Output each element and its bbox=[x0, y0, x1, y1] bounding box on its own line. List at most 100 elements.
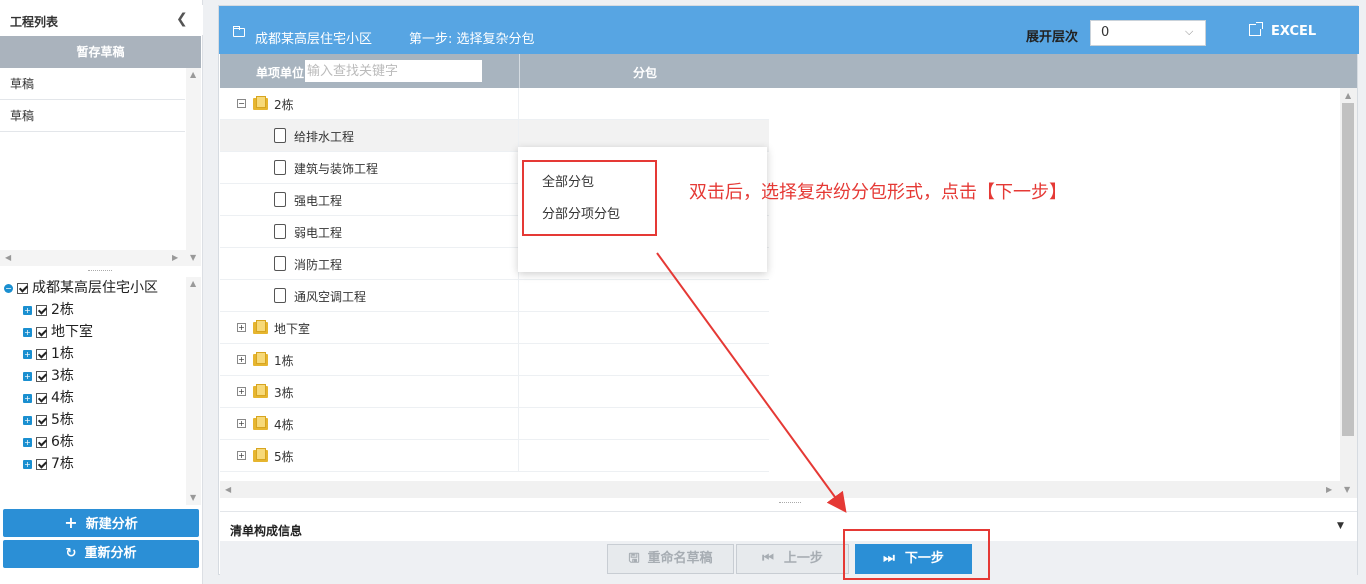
tree-node[interactable]: +1栋 bbox=[23, 343, 74, 365]
expand-row-icon[interactable]: + bbox=[237, 451, 246, 460]
row-label: 5栋 bbox=[274, 450, 294, 464]
tree-node-label: 地下室 bbox=[51, 324, 93, 340]
checkbox-checked[interactable] bbox=[36, 326, 47, 338]
checkbox-checked[interactable] bbox=[36, 370, 47, 382]
tree-node-root[interactable]: − 成都某高层住宅小区 bbox=[4, 277, 158, 299]
table-row[interactable]: + 5栋 bbox=[220, 440, 769, 472]
row-label: 2栋 bbox=[274, 98, 294, 112]
column-divider[interactable] bbox=[519, 54, 520, 88]
scroll-down-icon[interactable]: ▼ bbox=[1344, 485, 1350, 494]
grid-horizontal-scrollbar[interactable]: ◀ ▶ ▼ bbox=[220, 481, 1357, 498]
checkbox-checked[interactable] bbox=[36, 436, 47, 448]
rename-draft-button[interactable]: 🖫 重命名草稿 bbox=[607, 544, 734, 574]
expand-node-icon[interactable]: + bbox=[23, 371, 32, 381]
scroll-up-icon[interactable]: ▲ bbox=[1345, 91, 1351, 100]
project-sidebar: 工程列表 ❮ 暂存草稿 草稿 草稿 ▲ ◀ ▶ ▼ − 成都某高层住宅小区 +2栋… bbox=[0, 0, 203, 584]
list-composition-panel[interactable]: 清单构成信息 ▼ bbox=[220, 511, 1357, 541]
draft-item[interactable]: 草稿 bbox=[0, 100, 185, 132]
checkbox-checked[interactable] bbox=[36, 392, 47, 404]
column-header-unit: 单项单位 bbox=[256, 66, 305, 80]
row-label: 弱电工程 bbox=[294, 226, 343, 240]
scrollbar-thumb[interactable] bbox=[1342, 103, 1354, 436]
scroll-right-icon[interactable]: ▶ bbox=[1326, 485, 1332, 494]
expand-node-icon[interactable]: + bbox=[23, 349, 32, 359]
previous-step-button[interactable]: ⏮ 上一步 bbox=[736, 544, 849, 574]
table-cell: + 地下室 bbox=[220, 312, 519, 343]
sidebar-title: 工程列表 bbox=[10, 15, 59, 29]
scroll-left-icon[interactable]: ◀ bbox=[5, 253, 11, 262]
table-row[interactable]: + 地下室 bbox=[220, 312, 769, 344]
scroll-up-icon[interactable]: ▲ bbox=[190, 279, 196, 288]
checkbox-checked[interactable] bbox=[36, 414, 47, 426]
table-row[interactable]: 通风空调工程 bbox=[220, 280, 769, 312]
new-analysis-button[interactable]: + 新建分析 bbox=[3, 509, 199, 537]
scroll-down-icon[interactable]: ▼ bbox=[190, 253, 196, 262]
expand-level-label: 展开层次 bbox=[1026, 30, 1079, 45]
expand-level-select[interactable]: 0 ⌵ bbox=[1090, 20, 1206, 46]
table-row[interactable]: + 1栋 bbox=[220, 344, 769, 376]
tree-node[interactable]: +2栋 bbox=[23, 299, 74, 321]
row-label: 消防工程 bbox=[294, 258, 343, 272]
expand-node-icon[interactable]: + bbox=[23, 415, 32, 425]
tree-node-label: 1栋 bbox=[51, 346, 74, 362]
checkbox-checked[interactable] bbox=[17, 282, 28, 294]
folder-icon bbox=[253, 448, 268, 462]
reanalyze-button[interactable]: ↻ 重新分析 bbox=[3, 540, 199, 568]
panel-splitter[interactable] bbox=[779, 502, 801, 503]
table-cell: 消防工程 bbox=[220, 248, 519, 279]
expand-row-icon[interactable]: + bbox=[237, 355, 246, 364]
tree-node-label: 成都某高层住宅小区 bbox=[32, 280, 158, 296]
tree-node[interactable]: + 地下室 bbox=[23, 321, 93, 343]
expand-level-value: 0 bbox=[1101, 25, 1110, 40]
tree-node[interactable]: +5栋 bbox=[23, 409, 74, 431]
checkbox-checked[interactable] bbox=[36, 458, 47, 470]
checkbox-checked[interactable] bbox=[36, 348, 47, 360]
sidebar-header: 工程列表 ❮ bbox=[0, 5, 203, 35]
table-row[interactable]: − 2栋 bbox=[220, 88, 769, 120]
tree-node[interactable]: +7栋 bbox=[23, 453, 74, 475]
table-row[interactable]: + 4栋 bbox=[220, 408, 769, 440]
expand-node-icon[interactable]: + bbox=[23, 327, 32, 337]
row-label: 强电工程 bbox=[294, 194, 343, 208]
expand-node-icon[interactable]: + bbox=[23, 393, 32, 403]
search-input[interactable] bbox=[305, 60, 482, 82]
grid-vertical-scrollbar[interactable]: ▲ bbox=[1340, 88, 1357, 481]
rename-draft-label: 重命名草稿 bbox=[647, 551, 713, 566]
row-label: 3栋 bbox=[274, 386, 294, 400]
tree-node[interactable]: +3栋 bbox=[23, 365, 74, 387]
document-icon bbox=[274, 160, 286, 175]
excel-label: EXCEL bbox=[1271, 24, 1317, 39]
scroll-up-icon[interactable]: ▲ bbox=[190, 70, 196, 79]
tree-node[interactable]: +4栋 bbox=[23, 387, 74, 409]
drafts-horizontal-scrollbar[interactable]: ◀ ▶ ▼ bbox=[0, 250, 201, 266]
expand-node-icon[interactable]: + bbox=[23, 437, 32, 447]
drafts-vertical-scrollbar[interactable]: ▲ bbox=[186, 68, 201, 250]
main-header: 成都某高层住宅小区 第一步: 选择复杂分包 展开层次 0 ⌵ EXCEL bbox=[219, 6, 1359, 54]
tree-node[interactable]: +6栋 bbox=[23, 431, 74, 453]
expand-node-icon[interactable]: + bbox=[23, 459, 32, 469]
expand-row-icon[interactable]: + bbox=[237, 387, 246, 396]
expand-node-icon[interactable]: + bbox=[23, 305, 32, 315]
collapse-sidebar-icon[interactable]: ❮ bbox=[176, 11, 188, 27]
previous-step-label: 上一步 bbox=[783, 551, 823, 566]
checkbox-checked[interactable] bbox=[36, 304, 47, 316]
expand-row-icon[interactable]: + bbox=[237, 323, 246, 332]
grid-header: 单项单位 分包 bbox=[220, 54, 1357, 88]
collapse-node-icon[interactable]: − bbox=[4, 283, 13, 293]
scroll-right-icon[interactable]: ▶ bbox=[172, 253, 178, 262]
export-excel-button[interactable]: EXCEL bbox=[1249, 22, 1317, 39]
tree-vertical-scrollbar[interactable]: ▲ ▼ bbox=[186, 277, 201, 505]
draft-item[interactable]: 草稿 bbox=[0, 68, 185, 100]
scroll-down-icon[interactable]: ▼ bbox=[190, 493, 196, 502]
table-row[interactable]: + 3栋 bbox=[220, 376, 769, 408]
table-cell: 建筑与装饰工程 bbox=[220, 152, 519, 183]
scroll-left-icon[interactable]: ◀ bbox=[225, 485, 231, 494]
collapse-row-icon[interactable]: − bbox=[237, 99, 246, 108]
expand-row-icon[interactable]: + bbox=[237, 419, 246, 428]
project-tree: − 成都某高层住宅小区 +2栋 + 地下室 +1栋 +3栋 +4栋 +5栋 +6栋 … bbox=[0, 277, 186, 505]
tree-node-label: 7栋 bbox=[51, 456, 74, 472]
sidebar-splitter[interactable] bbox=[88, 270, 112, 272]
folder-open-icon bbox=[253, 96, 268, 110]
chevron-down-icon: ⌵ bbox=[1185, 25, 1194, 38]
caret-down-icon[interactable]: ▼ bbox=[1337, 521, 1344, 531]
